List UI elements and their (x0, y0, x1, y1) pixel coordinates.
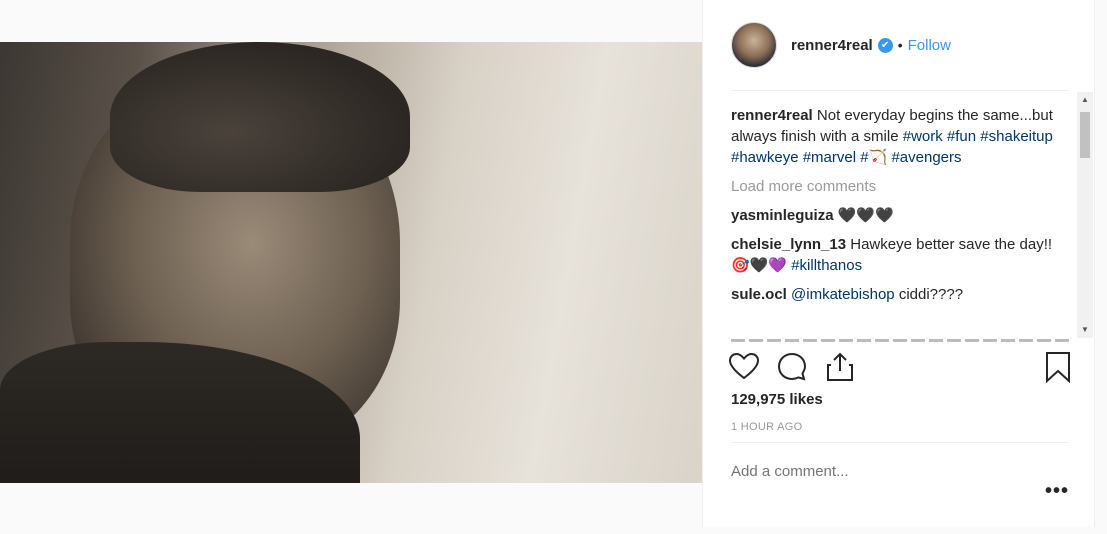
comment-text: 🖤🖤🖤 (837, 207, 894, 224)
comment-item: yasminleguiza 🖤🖤🖤 (731, 205, 1071, 226)
load-more-comments-button[interactable]: Load more comments (731, 176, 1071, 197)
share-icon[interactable] (823, 350, 857, 384)
post-username[interactable]: renner4real (791, 37, 873, 54)
photo-hair (110, 42, 410, 192)
scroll-down-arrow-icon[interactable]: ▼ (1077, 322, 1093, 338)
follow-button[interactable]: Follow (908, 37, 951, 54)
hashtag-link[interactable]: #shakeitup (980, 128, 1053, 145)
hashtag-link[interactable]: #killthanos (791, 257, 862, 274)
caption: renner4real Not everyday begins the same… (731, 105, 1071, 168)
hashtag-link[interactable]: #fun (947, 128, 976, 145)
verified-icon: ✔ (877, 37, 893, 53)
caption-username[interactable]: renner4real (731, 107, 813, 124)
comments-scrollbar[interactable]: ▲ ▼ (1077, 92, 1093, 338)
comment-item: chelsie_lynn_13 Hawkeye better save the … (731, 234, 1071, 276)
bookmark-icon[interactable] (1041, 350, 1075, 384)
hashtag-link[interactable]: #marvel (803, 149, 856, 166)
post-timestamp[interactable]: 1 HOUR AGO (731, 421, 802, 433)
comment-item: sule.ocl @imkatebishop ciddi???? (731, 284, 1071, 305)
comment-username[interactable]: yasminleguiza (731, 207, 834, 224)
scroll-up-arrow-icon[interactable]: ▲ (1077, 92, 1093, 108)
scrollbar-thumb[interactable] (1080, 112, 1090, 158)
hashtag-link[interactable]: #🏹 (860, 149, 887, 166)
comment-text: ciddi???? (898, 286, 964, 303)
comments-list: renner4real Not everyday begins the same… (731, 105, 1071, 313)
comment-divider (731, 442, 1069, 443)
mention-link[interactable]: @imkatebishop (791, 286, 895, 303)
post-header: renner4real ✔ • Follow (703, 0, 1096, 90)
comment-username[interactable]: sule.ocl (731, 286, 787, 303)
action-bar (727, 350, 1073, 384)
comment-username[interactable]: chelsie_lynn_13 (731, 236, 846, 253)
add-comment-input[interactable] (731, 463, 1031, 480)
more-options-icon[interactable]: ••• (1045, 480, 1069, 503)
separator-dot: • (897, 37, 903, 53)
hashtag-link[interactable]: #work (903, 128, 943, 145)
hashtag-link[interactable]: #hawkeye (731, 149, 799, 166)
clipped-comment (731, 334, 1071, 342)
likes-count[interactable]: 129,975 likes (731, 391, 823, 408)
avatar[interactable] (731, 22, 777, 68)
post-photo[interactable] (0, 42, 702, 483)
comment-icon[interactable] (775, 350, 809, 384)
header-divider (731, 90, 1069, 91)
hashtag-link[interactable]: #avengers (891, 149, 961, 166)
heart-icon[interactable] (727, 350, 761, 384)
post-sidebar: renner4real ✔ • Follow renner4real Not e… (702, 0, 1095, 527)
